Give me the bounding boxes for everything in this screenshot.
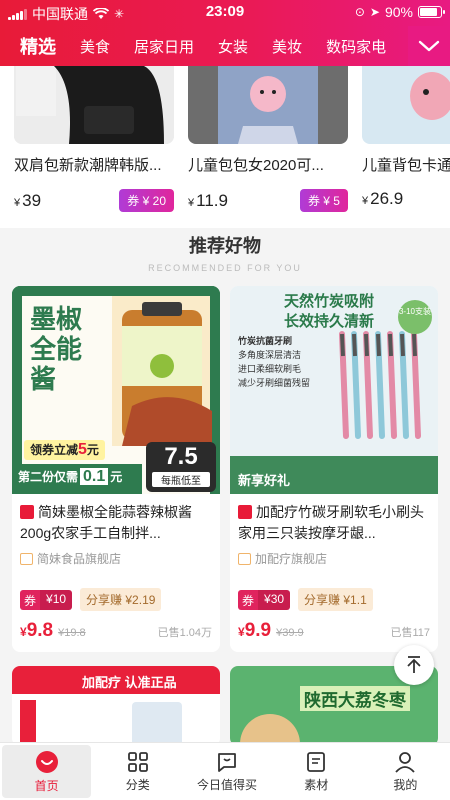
battery-percent: 90% xyxy=(384,4,413,20)
tab-label: 我的 xyxy=(393,777,418,792)
grid-icon xyxy=(127,751,148,772)
tab-label: 今日值得买 xyxy=(197,777,258,792)
product-price: ¥11.9 xyxy=(188,190,228,210)
tmall-icon xyxy=(20,505,34,519)
product-name[interactable]: 加配疗竹碳牙刷软毛小刷头家用三只装按摩牙龈... xyxy=(230,494,438,544)
recommend-title: 推荐好物 xyxy=(189,236,261,256)
tab-home[interactable]: 首页 xyxy=(2,745,92,798)
product-image xyxy=(188,66,348,144)
document-icon xyxy=(307,751,326,772)
tab-profile[interactable]: 我的 xyxy=(361,743,450,800)
recommend-subtitle: RECOMMENDED FOR YOU xyxy=(148,263,302,273)
tab-beauty[interactable]: 美妆 xyxy=(260,36,314,57)
bottom-tab-bar: 首页 分类 今日值得买 素材 我的 xyxy=(0,742,450,800)
tab-label: 素材 xyxy=(304,777,329,792)
product-title[interactable]: 儿童包包女2020可... xyxy=(188,154,348,175)
product-image xyxy=(362,66,450,144)
brand-banner: 陕西大荔冬枣 xyxy=(300,686,410,711)
tab-label: 分类 xyxy=(125,777,150,792)
product-image: 加配疗 认准正品 xyxy=(12,666,220,746)
pack-badge: 3-10支装 xyxy=(398,300,432,334)
store-icon xyxy=(20,552,33,565)
product-card[interactable]: 天然竹炭吸附 长效持久清新 3-10支装 竹炭抗菌牙刷 多角度深层清洁 进口柔细… xyxy=(230,286,438,652)
category-tabs: 精选 美食 居家日用 女装 美妆 数码家电 xyxy=(0,26,450,66)
new-gift-label: 新享好礼 xyxy=(238,473,291,488)
brand-title: 墨椒全能酱 xyxy=(30,304,83,394)
tab-categories[interactable]: 分类 xyxy=(93,743,182,800)
carousel-card[interactable]: 双肩包新款潮牌韩版... ¥39 券 ¥ 20 xyxy=(14,66,174,212)
expand-categories-button[interactable] xyxy=(408,26,450,66)
product-price: ¥26.9 xyxy=(362,189,404,208)
promo-coupon-banner: 领券立减5元 xyxy=(24,440,105,460)
feature-list: 竹炭抗菌牙刷 多角度深层清洁 进口柔细软刷毛 减少牙刷细菌残留 xyxy=(238,336,311,388)
product-price: ¥39 xyxy=(14,190,42,210)
carousel-card[interactable]: 儿童包包女2020可... ¥11.9 券 ¥ 5 xyxy=(188,66,348,212)
tab-featured[interactable]: 精选 xyxy=(0,33,68,59)
person-icon xyxy=(395,751,416,773)
product-title[interactable]: 儿童背包卡通 xyxy=(362,154,450,175)
sold-count: 已售117 xyxy=(390,627,430,639)
tab-food[interactable]: 美食 xyxy=(68,36,122,57)
product-carousel[interactable]: 双肩包新款潮牌韩版... ¥39 券 ¥ 20 儿童包包女2020可... ¥1… xyxy=(0,66,450,228)
battery-icon xyxy=(418,6,445,18)
tab-home[interactable]: 居家日用 xyxy=(122,36,206,57)
location-icon: ➤ xyxy=(369,5,380,19)
rotation-lock-icon: ⊙ xyxy=(354,5,365,19)
scroll-top-button[interactable] xyxy=(394,645,434,685)
brand-banner: 加配疗 认准正品 xyxy=(82,675,177,690)
current-price: ¥9.9 xyxy=(238,620,272,641)
tab-digital[interactable]: 数码家电 xyxy=(314,36,398,57)
store-icon xyxy=(238,552,251,565)
product-image xyxy=(14,66,174,144)
coupon-badge[interactable]: 券 ¥10 xyxy=(20,589,73,610)
price-badge: 7.5 每瓶低至 xyxy=(146,442,216,492)
tab-women[interactable]: 女装 xyxy=(206,36,260,57)
shop-link[interactable]: 加配疗旗舰店 xyxy=(230,544,438,567)
share-earn-badge[interactable]: 分享赚 ¥2.19 xyxy=(80,588,162,611)
recommend-header: 推荐好物 RECOMMENDED FOR YOU xyxy=(0,228,450,278)
product-name[interactable]: 简妹墨椒全能蒜蓉辣椒酱200g农家手工自制拌... xyxy=(12,494,220,544)
original-price: ¥39.9 xyxy=(276,627,304,639)
tab-materials[interactable]: 素材 xyxy=(272,743,361,800)
product-card[interactable]: 加配疗 认准正品 xyxy=(12,666,220,746)
tmall-icon xyxy=(238,505,252,519)
top-header: 中国联通 ✳ 23:09 ⊙ ➤ 90% 精选 美食 居家日用 女装 美妆 数码… xyxy=(0,0,450,66)
chevron-down-icon xyxy=(418,40,440,52)
status-bar: 中国联通 ✳ 23:09 ⊙ ➤ 90% xyxy=(0,0,450,24)
product-card[interactable]: 墨椒全能酱 领券立减5元 第二份仅需 0.1 元 7.5 每瓶低至 简妹墨椒全能蒜蓉… xyxy=(12,286,220,652)
original-price: ¥19.8 xyxy=(58,627,86,639)
tab-label: 首页 xyxy=(34,778,59,793)
tab-daily-deals[interactable]: 今日值得买 xyxy=(182,743,271,800)
shop-link[interactable]: 简妹食品旗舰店 xyxy=(12,544,220,567)
arrow-up-icon xyxy=(407,656,421,673)
current-price: ¥9.8 xyxy=(20,620,54,641)
coupon-badge[interactable]: 券 ¥30 xyxy=(238,589,291,610)
home-icon xyxy=(35,750,58,773)
flag-icon xyxy=(218,752,236,772)
headline: 天然竹炭吸附 长效持久清新 xyxy=(284,293,375,330)
promo-second-banner: 第二份仅需 0.1 元 xyxy=(12,464,142,494)
carousel-card[interactable]: 儿童背包卡通 ¥26.9 xyxy=(362,66,450,209)
sold-count: 已售1.04万 xyxy=(157,627,212,639)
product-image: 墨椒全能酱 领券立减5元 第二份仅需 0.1 元 7.5 每瓶低至 xyxy=(12,286,220,494)
share-earn-badge[interactable]: 分享赚 ¥1.1 xyxy=(298,588,373,611)
product-title[interactable]: 双肩包新款潮牌韩版... xyxy=(14,154,174,175)
coupon-badge[interactable]: 券 ¥ 5 xyxy=(299,189,348,212)
coupon-badge[interactable]: 券 ¥ 20 xyxy=(119,189,174,212)
product-image: 天然竹炭吸附 长效持久清新 3-10支装 竹炭抗菌牙刷 多角度深层清洁 进口柔细… xyxy=(230,286,438,494)
status-right: ⊙ ➤ 90% xyxy=(354,4,445,20)
